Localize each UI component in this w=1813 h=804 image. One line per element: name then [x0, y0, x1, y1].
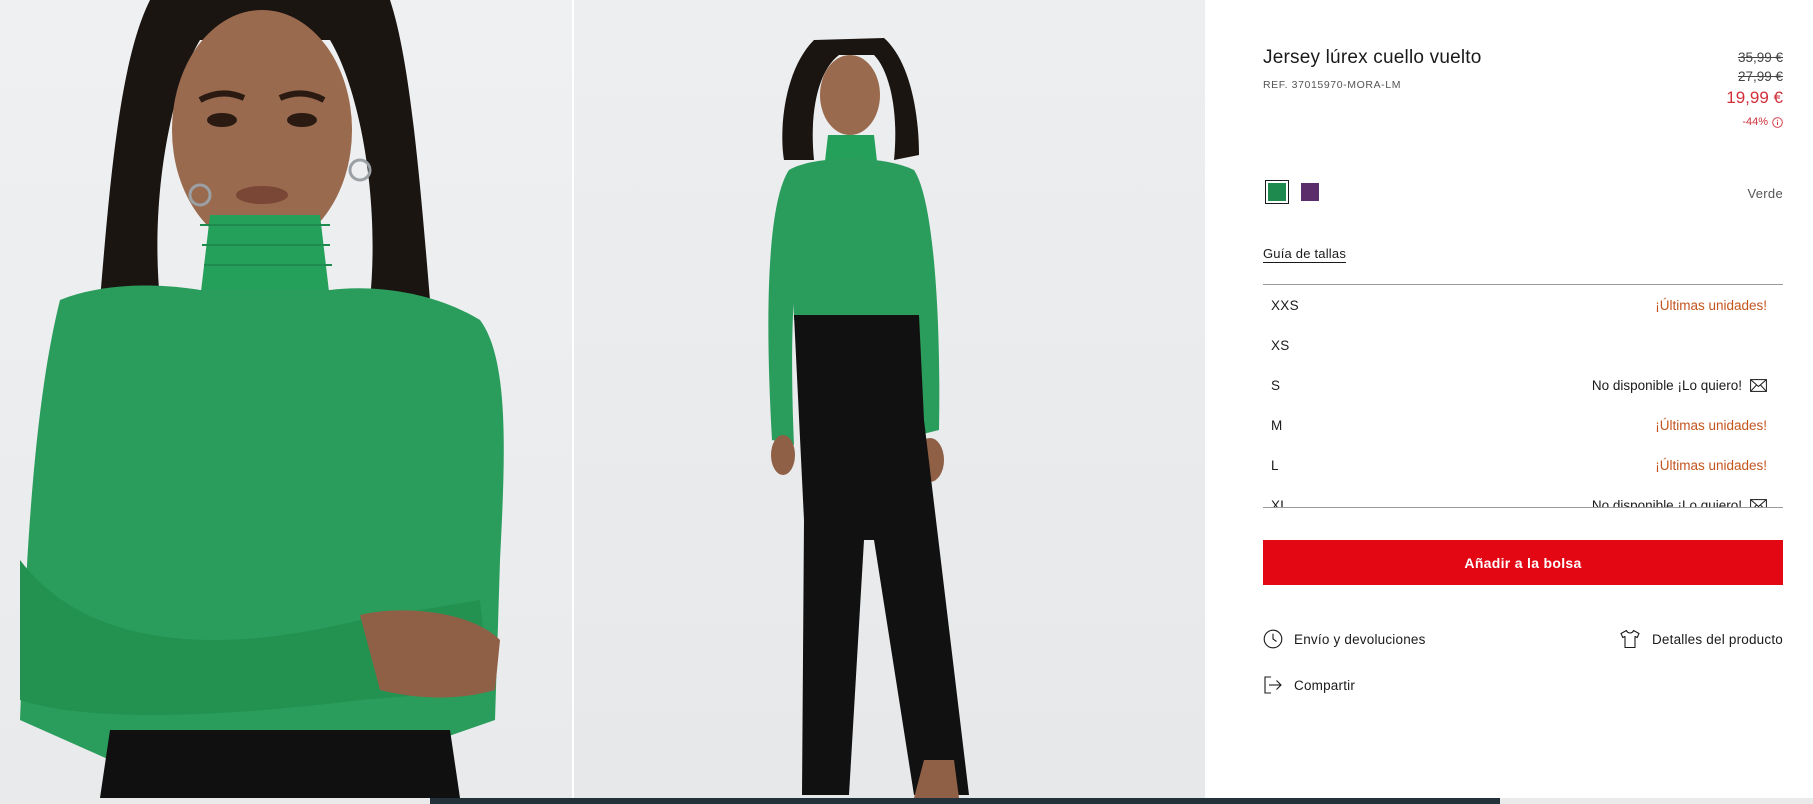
- size-status: ¡Últimas unidades!: [1655, 417, 1767, 433]
- size-status: No disponible ¡Lo quiero!: [1591, 377, 1742, 393]
- shipping-returns-link[interactable]: Envío y devoluciones: [1263, 629, 1426, 649]
- closeup-illustration: [20, 0, 504, 798]
- shipping-returns-label: Envío y devoluciones: [1294, 631, 1426, 647]
- envelope-icon[interactable]: [1750, 378, 1767, 392]
- size-label: XL: [1271, 497, 1289, 508]
- discount-badge: -44%: [1726, 116, 1783, 128]
- size-option-m[interactable]: M ¡Últimas unidades!: [1263, 405, 1783, 445]
- size-label: XS: [1271, 337, 1290, 353]
- size-status-wrapper: No disponible ¡Lo quiero!: [1592, 378, 1767, 393]
- product-page: Jersey lúrex cuello vuelto REF. 37015970…: [0, 0, 1813, 804]
- add-to-bag-button[interactable]: Añadir a la bolsa: [1263, 540, 1783, 585]
- envelope-icon[interactable]: [1750, 498, 1767, 509]
- info-icon[interactable]: [1772, 116, 1783, 128]
- original-price: 35,99 €: [1737, 50, 1783, 65]
- color-swatches: [1265, 180, 1322, 204]
- size-status: ¡Últimas unidades!: [1655, 297, 1767, 313]
- color-swatch-morado[interactable]: [1298, 180, 1322, 204]
- size-list: XXS ¡Últimas unidades! XS S No disponibl…: [1263, 284, 1783, 508]
- fullbody-illustration: [768, 38, 969, 798]
- size-status-wrapper: No disponible ¡Lo quiero!: [1591, 497, 1767, 509]
- size-status: ¡Últimas unidades!: [1655, 457, 1767, 473]
- swatch-fill-purple: [1301, 183, 1319, 201]
- scrollbar-thumb[interactable]: [430, 798, 1500, 804]
- selected-color-name: Verde: [1747, 186, 1783, 201]
- size-label: S: [1271, 377, 1281, 393]
- size-guide-link[interactable]: Guía de tallas: [1263, 246, 1346, 261]
- size-option-l[interactable]: L ¡Últimas unidades!: [1263, 445, 1783, 485]
- color-swatch-verde[interactable]: [1265, 180, 1289, 204]
- product-reference: REF. 37015970-MORA-LM: [1263, 79, 1402, 91]
- size-option-s[interactable]: S No disponible ¡Lo quiero!: [1263, 365, 1783, 405]
- discount-percent: -44%: [1742, 116, 1768, 128]
- product-details-label: Detalles del producto: [1651, 631, 1783, 647]
- share-link[interactable]: Compartir: [1263, 675, 1355, 695]
- swatch-fill-green: [1268, 183, 1286, 201]
- product-image-fullbody[interactable]: [574, 0, 1205, 798]
- size-label: L: [1271, 457, 1279, 473]
- product-details-link[interactable]: Detalles del producto: [1619, 629, 1783, 649]
- previous-price: 27,99 €: [1737, 69, 1783, 84]
- product-info-panel: Jersey lúrex cuello vuelto REF. 37015970…: [1263, 0, 1783, 798]
- clock-icon: [1263, 629, 1283, 649]
- size-option-xl[interactable]: XL No disponible ¡Lo quiero!: [1263, 485, 1783, 509]
- tshirt-icon: [1620, 629, 1640, 649]
- current-price: 19,99 €: [1726, 88, 1783, 107]
- horizontal-scrollbar[interactable]: [0, 798, 1813, 804]
- product-title: Jersey lúrex cuello vuelto: [1263, 47, 1482, 68]
- size-option-xxs[interactable]: XXS ¡Últimas unidades!: [1263, 285, 1783, 325]
- size-label: M: [1271, 417, 1283, 433]
- share-icon: [1264, 676, 1282, 694]
- size-option-xs[interactable]: XS: [1263, 325, 1783, 365]
- product-image-closeup[interactable]: [0, 0, 572, 798]
- size-status: No disponible ¡Lo quiero!: [1591, 497, 1742, 508]
- price-block: 35,99 € 27,99 € 19,99 € -44%: [1726, 48, 1783, 128]
- share-label: Compartir: [1294, 677, 1356, 693]
- product-gallery: [0, 0, 1205, 798]
- size-label: XXS: [1271, 297, 1299, 313]
